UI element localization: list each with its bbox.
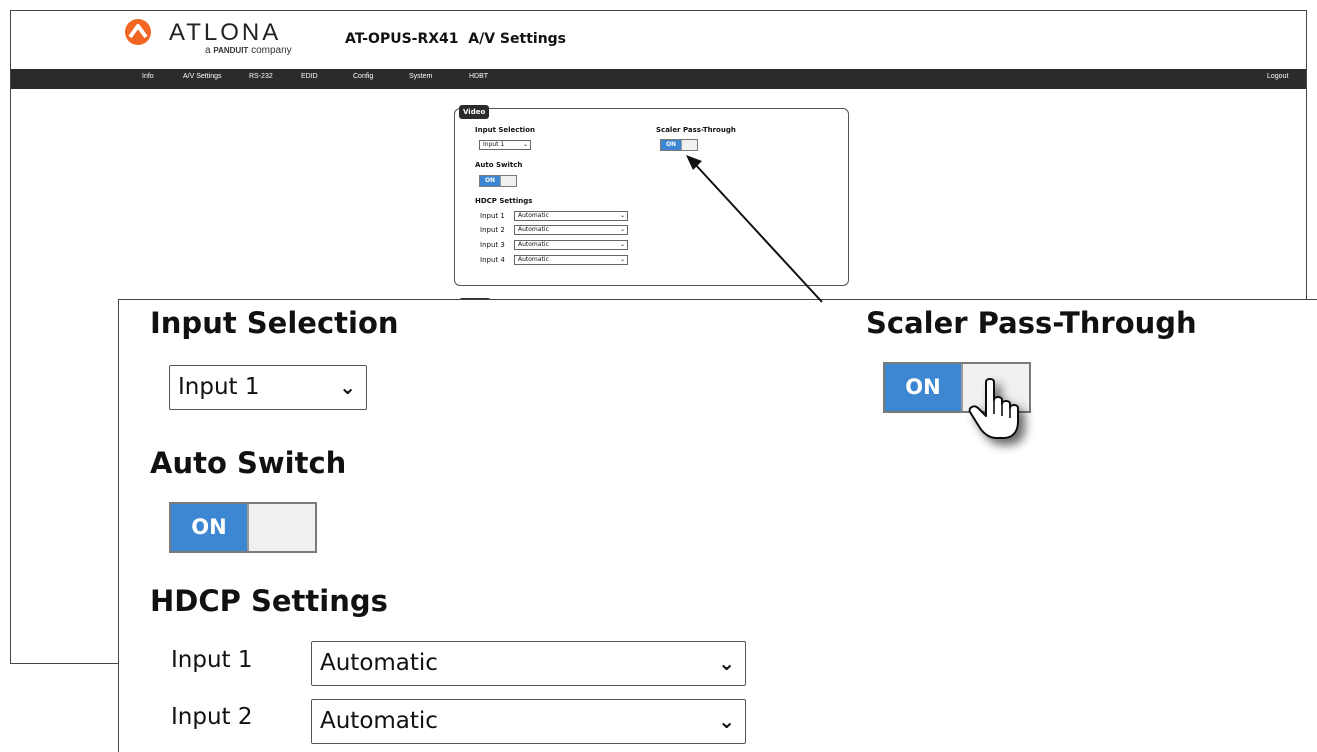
callout-pointer-arrow bbox=[686, 155, 823, 303]
hand-pointer-icon bbox=[968, 378, 1019, 439]
callout-overlay bbox=[686, 155, 1019, 439]
